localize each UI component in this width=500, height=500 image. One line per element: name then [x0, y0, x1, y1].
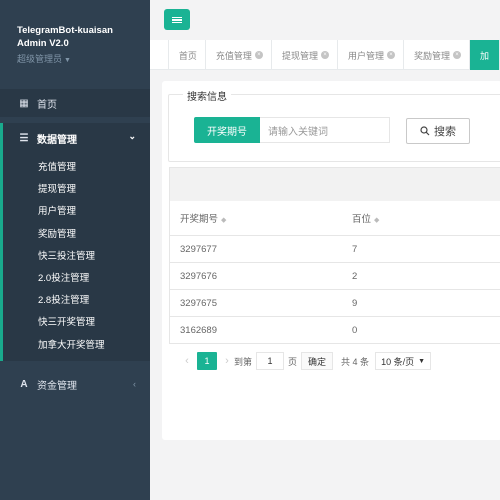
- sidebar-item-label: 首页: [37, 99, 57, 111]
- column-header-label: 百位: [352, 214, 372, 225]
- page-unit-label: 页: [288, 356, 298, 367]
- grid-icon: ▦: [19, 97, 29, 109]
- sort-icon[interactable]: ◆: [221, 217, 226, 224]
- close-icon[interactable]: ×: [320, 51, 329, 59]
- search-legend: 搜索信息: [183, 88, 231, 103]
- submenu-item-k3-bets[interactable]: 快三投注管理: [3, 246, 150, 268]
- profile-block: TelegramBot-kuaisan Admin V2.0 超级管理员 ▼: [0, 0, 150, 88]
- font-icon: A: [20, 379, 28, 391]
- sidebar: TelegramBot-kuaisan Admin V2.0 超级管理员 ▼ ▦ …: [0, 0, 150, 500]
- pagination: ‹ 1 › 到第 1 页 确定 共 4 条 10 条/页 ▼: [180, 351, 432, 371]
- top-bar: [150, 0, 500, 40]
- chevron-down-icon: ▼: [418, 357, 426, 365]
- list-icon: ☰: [19, 132, 29, 144]
- cell-hundreds: 9: [352, 297, 358, 309]
- main-content: 搜索信息 开奖期号 请输入关键词 搜索 开奖期号 ◆ 百位 ◆ 3297677 7 …: [150, 70, 500, 500]
- content-panel: 搜索信息 开奖期号 请输入关键词 搜索 开奖期号 ◆ 百位 ◆ 3297677 7 …: [162, 81, 500, 440]
- column-header-label: 开奖期号: [180, 214, 219, 225]
- app-title-line2: Admin V2.0: [17, 38, 69, 49]
- cell-draw-number: 3162689: [180, 324, 217, 336]
- sidebar-item-home[interactable]: ▦ 首页: [0, 89, 150, 117]
- caret-down-icon: ▼: [64, 57, 71, 64]
- menu-toggle-button[interactable]: [164, 9, 190, 30]
- role-dropdown[interactable]: 超级管理员 ▼: [17, 52, 150, 65]
- prev-page-icon[interactable]: ‹: [180, 355, 194, 367]
- goto-page-input[interactable]: 1: [256, 352, 285, 370]
- search-button[interactable]: 搜索: [406, 118, 470, 144]
- column-header-draw-number[interactable]: 开奖期号 ◆: [170, 211, 342, 225]
- sidebar-item-funds[interactable]: A 资金管理 ‹: [0, 371, 150, 399]
- total-count: 共 4 条: [341, 356, 370, 367]
- cell-draw-number: 3297675: [180, 297, 217, 309]
- page-size-value: 10 条/页: [381, 356, 415, 367]
- column-header-hundreds[interactable]: 百位 ◆: [342, 211, 500, 225]
- tab-label: 用户管理: [347, 50, 384, 61]
- data-mgmt-submenu: 充值管理 提现管理 用户管理 奖励管理 快三投注管理 2.0投注管理 2.8投注…: [0, 153, 150, 361]
- role-label: 超级管理员: [17, 54, 63, 64]
- tab-home[interactable]: 首页: [169, 40, 206, 70]
- hamburger-icon: [172, 16, 182, 23]
- close-icon[interactable]: ×: [452, 51, 461, 59]
- goto-label: 到第: [234, 356, 253, 367]
- sidebar-item-data-mgmt[interactable]: ☰ 数据管理 ⌄: [0, 123, 150, 153]
- chevron-left-icon: ‹: [133, 378, 136, 389]
- tab-label: 提现管理: [281, 50, 318, 61]
- submenu-item-2-8-bets[interactable]: 2.8投注管理: [3, 290, 150, 312]
- submenu-item-rewards[interactable]: 奖励管理: [3, 224, 150, 246]
- close-icon[interactable]: ×: [386, 51, 395, 59]
- cell-hundreds: 2: [352, 270, 358, 282]
- cell-hundreds: 7: [352, 243, 358, 255]
- tab-canada-draws[interactable]: 加: [469, 40, 500, 70]
- submenu-item-k3-draws[interactable]: 快三开奖管理: [3, 312, 150, 334]
- table-header: 开奖期号 ◆ 百位 ◆: [169, 201, 500, 236]
- page-size-select[interactable]: 10 条/页 ▼: [375, 352, 432, 370]
- search-input[interactable]: 请输入关键词: [260, 117, 390, 143]
- table-row: 3297675 9: [169, 290, 500, 317]
- submenu-item-canada-draws[interactable]: 加拿大开奖管理: [3, 335, 150, 357]
- tab-label: 充值管理: [215, 50, 252, 61]
- close-icon[interactable]: ×: [254, 51, 263, 59]
- tab-label: 首页: [178, 50, 197, 61]
- tab-recharge[interactable]: 充值管理 ×: [206, 40, 272, 70]
- chevron-down-icon: ⌄: [128, 131, 136, 141]
- submenu-item-recharge[interactable]: 充值管理: [3, 157, 150, 179]
- tab-users[interactable]: 用户管理 ×: [338, 40, 404, 70]
- submenu-item-users[interactable]: 用户管理: [3, 201, 150, 223]
- table-row: 3297677 7: [169, 236, 500, 263]
- page-button-current[interactable]: 1: [197, 352, 217, 370]
- sidebar-item-label: 数据管理: [37, 134, 77, 146]
- cell-hundreds: 0: [352, 324, 358, 336]
- next-page-icon[interactable]: ›: [220, 355, 234, 367]
- tab-bar: 首页 充值管理 × 提现管理 × 用户管理 × 奖励管理 × 加: [150, 40, 500, 70]
- tab-withdraw[interactable]: 提现管理 ×: [272, 40, 338, 70]
- app-title-line1: TelegramBot-kuaisan: [17, 25, 113, 36]
- draw-table: 开奖期号 ◆ 百位 ◆ 3297677 7 3297676 2 3297675 9 …: [169, 167, 500, 344]
- tab-label: 加: [479, 50, 489, 61]
- search-placeholder: 请输入关键词: [268, 126, 328, 138]
- draw-number-label: 开奖期号: [194, 117, 260, 143]
- tab-rewards[interactable]: 奖励管理 ×: [404, 40, 470, 70]
- table-row: 3162689 0: [169, 317, 500, 344]
- table-toolbar: [169, 167, 500, 201]
- sort-icon[interactable]: ◆: [374, 217, 379, 224]
- sidebar-item-label: 资金管理: [37, 381, 77, 393]
- tab-scroll-left[interactable]: [150, 40, 169, 69]
- cell-draw-number: 3297676: [180, 270, 217, 282]
- search-icon: [420, 126, 430, 136]
- cell-draw-number: 3297677: [180, 243, 217, 255]
- tab-label: 奖励管理: [413, 50, 450, 61]
- search-fieldset: 搜索信息 开奖期号 请输入关键词 搜索: [168, 88, 500, 162]
- submenu-item-2-0-bets[interactable]: 2.0投注管理: [3, 268, 150, 290]
- submenu-item-withdraw[interactable]: 提现管理: [3, 179, 150, 201]
- search-button-label: 搜索: [434, 126, 456, 138]
- table-row: 3297676 2: [169, 263, 500, 290]
- goto-confirm-button[interactable]: 确定: [301, 352, 334, 370]
